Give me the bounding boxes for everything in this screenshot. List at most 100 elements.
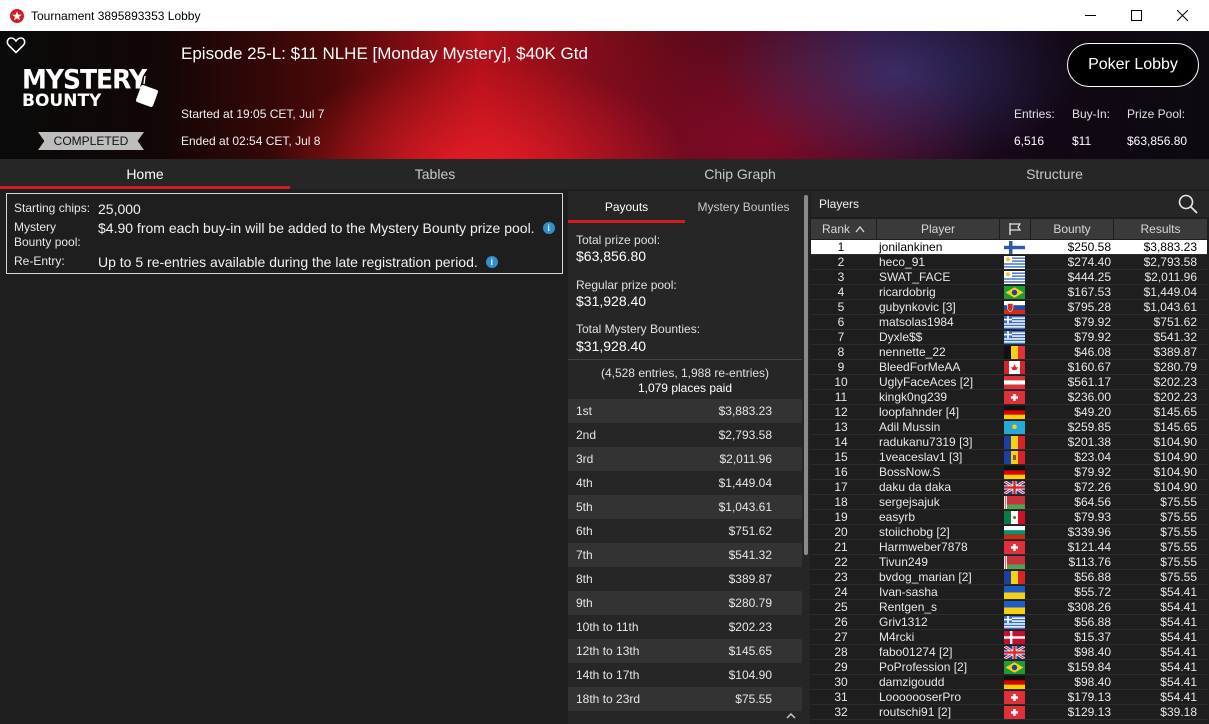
prize-pool-value: $63,856.80 xyxy=(1127,134,1188,148)
player-result: $39.18 xyxy=(1160,705,1197,719)
tab-structure[interactable]: Structure xyxy=(900,159,1209,189)
country-flag-icon xyxy=(1004,271,1025,284)
player-row[interactable]: 6 matsolas1984 $79.92 $751.62 xyxy=(811,315,1207,330)
player-row[interactable]: 13 Adil Mussin $259.85 $145.65 xyxy=(811,420,1207,435)
poker-lobby-button[interactable]: Poker Lobby xyxy=(1067,43,1199,87)
player-bounty: $79.93 xyxy=(1074,510,1111,524)
player-result: $1,043.61 xyxy=(1143,300,1197,314)
payout-row: 7th $541.32 xyxy=(568,543,802,567)
player-row[interactable]: 1 jonilankinen $250.58 $3,883.23 xyxy=(811,240,1207,255)
minimize-button[interactable] xyxy=(1067,0,1113,31)
country-flag-icon xyxy=(1004,661,1025,674)
player-name: jonilankinen xyxy=(879,240,943,254)
payout-amount: $2,011.96 xyxy=(719,452,773,466)
scroll-up-icon[interactable] xyxy=(786,711,796,721)
player-row[interactable]: 23 bvdog_marian [2] $56.88 $75.55 xyxy=(811,570,1207,585)
column-rank[interactable]: Rank xyxy=(811,219,876,239)
column-player[interactable]: Player xyxy=(877,219,999,239)
player-row[interactable]: 31 LooooooserPro $179.13 $54.41 xyxy=(811,690,1207,705)
player-row[interactable]: 21 Harmweber7878 $121.44 $75.55 xyxy=(811,540,1207,555)
player-row[interactable]: 19 easyrb $79.93 $75.55 xyxy=(811,510,1207,525)
payout-amount: $202.23 xyxy=(728,620,772,634)
player-row[interactable]: 16 BossNow.S $79.92 $104.90 xyxy=(811,465,1207,480)
column-results[interactable]: Results xyxy=(1114,219,1207,239)
payouts-scrollbar[interactable] xyxy=(804,195,808,555)
player-name: radukanu7319 [3] xyxy=(879,435,973,449)
player-rank: 15 xyxy=(834,450,848,464)
close-button[interactable] xyxy=(1159,0,1205,31)
favorite-heart-icon[interactable] xyxy=(6,36,26,54)
player-name: LooooooserPro xyxy=(879,690,962,704)
player-row[interactable]: 4 ricardobrig $167.53 $1,449.04 xyxy=(811,285,1207,300)
payout-amount: $104.90 xyxy=(728,668,772,682)
player-row[interactable]: 12 loopfahnder [4] $49.20 $145.65 xyxy=(811,405,1207,420)
player-name: gubynkovic [3] xyxy=(879,300,956,314)
tab-payouts[interactable]: Payouts xyxy=(568,191,685,223)
player-row[interactable]: 22 Tivun249 $113.76 $75.55 xyxy=(811,555,1207,570)
tab-mystery-bounties[interactable]: Mystery Bounties xyxy=(685,191,802,223)
player-name: Rentgen_s xyxy=(879,600,938,614)
window-title: Tournament 3895893353 Lobby xyxy=(31,8,201,23)
column-bounty[interactable]: Bounty xyxy=(1031,219,1113,239)
player-rank: 21 xyxy=(834,540,848,554)
player-row[interactable]: 30 damzigoudd $98.40 $54.41 xyxy=(811,675,1207,690)
player-row[interactable]: 14 radukanu7319 [3] $201.38 $104.90 xyxy=(811,435,1207,450)
mystery-bounty-label-line1: Mystery xyxy=(14,220,56,234)
player-row[interactable]: 7 Dyxle$$ $79.92 $541.32 xyxy=(811,330,1207,345)
logo-text-bounty: BOUNTY xyxy=(22,91,102,111)
player-result: $75.55 xyxy=(1160,570,1197,584)
player-row[interactable]: 3 SWAT_FACE $444.25 $2,011.96 xyxy=(811,270,1207,285)
reentry-info-icon[interactable]: i xyxy=(485,256,498,268)
country-flag-icon xyxy=(1004,541,1025,554)
player-name: damzigoudd xyxy=(879,675,945,689)
country-flag-icon xyxy=(1003,479,1026,496)
player-name: daku da daka xyxy=(879,480,952,494)
player-row[interactable]: 20 stoiichobg [2] $339.96 $75.55 xyxy=(811,525,1207,540)
player-row[interactable]: 2 heco_91 $274.40 $2,793.58 xyxy=(811,255,1207,270)
column-country[interactable] xyxy=(1000,219,1030,239)
player-result: $75.55 xyxy=(1160,510,1197,524)
payout-amount: $145.65 xyxy=(728,644,772,658)
flag-icon xyxy=(1009,223,1022,235)
player-bounty: $46.08 xyxy=(1074,345,1111,359)
player-name: SWAT_FACE xyxy=(879,270,951,284)
player-row[interactable]: 26 Griv1312 $56.88 $54.41 xyxy=(811,615,1207,630)
player-rank: 23 xyxy=(834,570,848,584)
starting-chips-value: 25,000 xyxy=(98,201,141,217)
player-row[interactable]: 24 Ivan-sasha $55.72 $54.41 xyxy=(811,585,1207,600)
player-bounty: $72.26 xyxy=(1074,480,1111,494)
mystery-info-icon[interactable]: i xyxy=(542,222,555,234)
column-rank-label: Rank xyxy=(821,222,850,236)
player-row[interactable]: 18 sergejsajuk $64.56 $75.55 xyxy=(811,495,1207,510)
player-row[interactable]: 27 M4rcki $15.37 $54.41 xyxy=(811,630,1207,645)
tab-home[interactable]: Home xyxy=(0,159,290,189)
player-bounty: $64.56 xyxy=(1074,495,1111,509)
payouts-tabs: Payouts Mystery Bounties xyxy=(568,191,802,223)
country-flag-icon xyxy=(1004,256,1025,269)
player-bounty: $15.37 xyxy=(1074,630,1111,644)
player-row[interactable]: 9 BleedForMeAA $160.67 $280.79 xyxy=(811,360,1207,375)
player-row[interactable]: 29 PoProfession [2] $159.84 $54.41 xyxy=(811,660,1207,675)
player-rank: 14 xyxy=(834,435,848,449)
player-row[interactable]: 15 1veaceslav1 [3] $23.04 $104.90 xyxy=(811,450,1207,465)
player-row[interactable]: 25 Rentgen_s $308.26 $54.41 xyxy=(811,600,1207,615)
payout-row: 4th $1,449.04 xyxy=(568,471,802,495)
player-row[interactable]: 11 kingk0ng239 $236.00 $202.23 xyxy=(811,390,1207,405)
player-row[interactable]: 8 nennette_22 $46.08 $389.87 xyxy=(811,345,1207,360)
player-name: BleedForMeAA xyxy=(879,360,961,374)
player-row[interactable]: 32 routschi91 [2] $129.13 $39.18 xyxy=(811,705,1207,720)
player-bounty: $79.92 xyxy=(1074,465,1111,479)
payout-row: 9th $280.79 xyxy=(568,591,802,615)
player-result: $54.41 xyxy=(1160,585,1197,599)
player-rank: 30 xyxy=(834,675,848,689)
player-row[interactable]: 5 gubynkovic [3] $795.28 $1,043.61 xyxy=(811,300,1207,315)
maximize-button[interactable] xyxy=(1113,0,1159,31)
tab-tables[interactable]: Tables xyxy=(290,159,580,189)
payout-place: 8th xyxy=(576,572,593,586)
player-row[interactable]: 28 fabo01274 [2] $98.40 $54.41 xyxy=(811,644,1207,661)
player-row[interactable]: 17 daku da daka $72.26 $104.90 xyxy=(811,479,1207,496)
tab-chip-graph[interactable]: Chip Graph xyxy=(580,159,900,189)
search-icon[interactable] xyxy=(1177,193,1199,215)
player-row[interactable]: 10 UglyFaceAces [2] $561.17 $202.23 xyxy=(811,375,1207,390)
payout-place: 14th to 17th xyxy=(576,668,640,682)
